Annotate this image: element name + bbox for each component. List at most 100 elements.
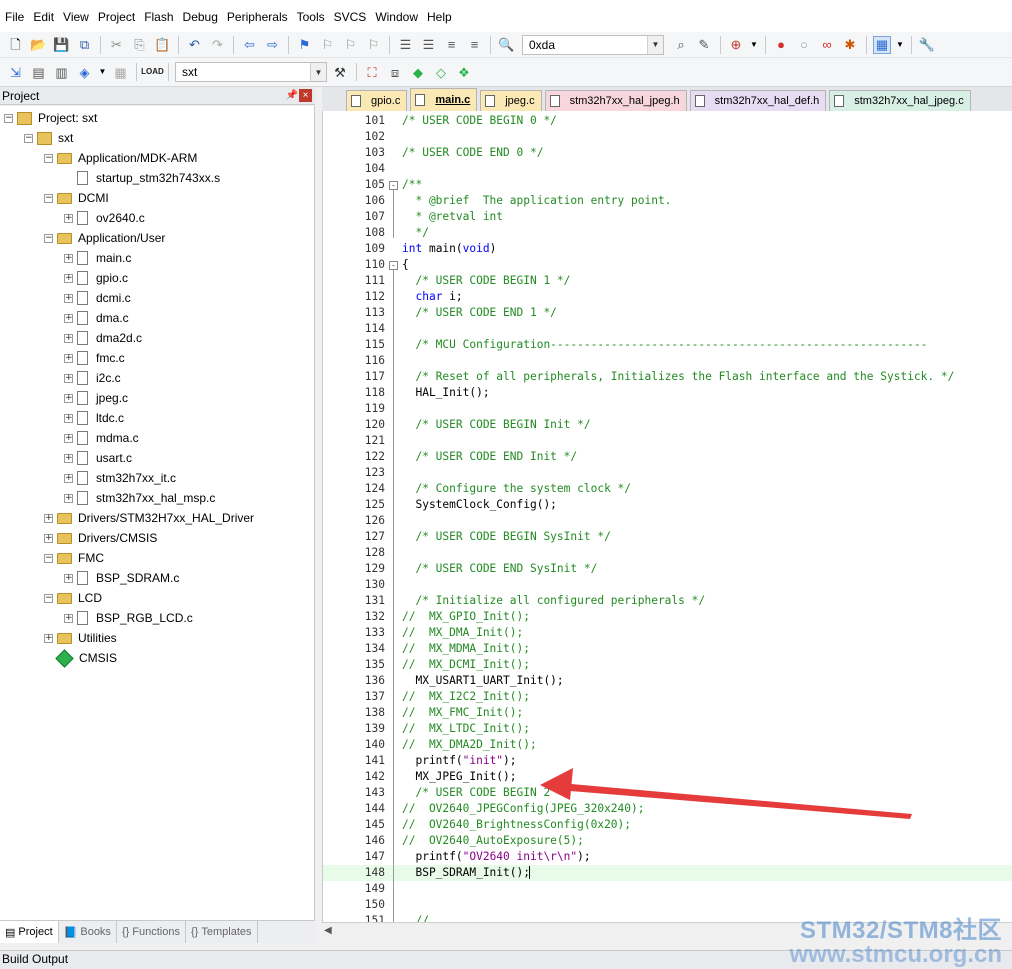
code-line[interactable]: 112 char i; [323, 289, 1012, 305]
menu-tools[interactable]: Tools [296, 0, 333, 32]
code-line[interactable]: 136 MX_USART1_UART_Init(); [323, 673, 1012, 689]
code-line[interactable]: 123 [323, 465, 1012, 481]
tree-group[interactable]: − DCMI [44, 188, 109, 208]
collapse-icon[interactable]: − [44, 193, 53, 203]
editor-tab[interactable]: stm32h7xx_hal_jpeg.h [544, 90, 687, 111]
code-line[interactable]: 131 /* Initialize all configured periphe… [323, 593, 1012, 609]
code-line[interactable]: 137 // MX_I2C2_Init(); [323, 689, 1012, 705]
code-line[interactable]: 122 /* USER CODE END Init */ [323, 449, 1012, 465]
tree-file[interactable]: + i2c.c [64, 368, 121, 388]
tree-file[interactable]: + BSP_RGB_LCD.c [64, 608, 193, 628]
tab-functions[interactable]: {} Functions [117, 921, 186, 943]
expand-icon[interactable]: + [64, 213, 73, 223]
tree-group[interactable]: + Drivers/CMSIS [44, 528, 157, 548]
expand-icon[interactable]: + [64, 313, 73, 323]
pin-icon[interactable]: 📌 [285, 90, 299, 101]
redo-icon[interactable]: ↷ [209, 36, 227, 54]
tree-file[interactable]: + stm32h7xx_it.c [64, 468, 176, 488]
tab-templates[interactable]: {} Templates [186, 921, 258, 943]
chevron-down-icon[interactable]: ▼ [750, 36, 758, 54]
tree-file[interactable]: + BSP_SDRAM.c [64, 568, 179, 588]
breakpoint-kill-all-icon[interactable]: ✱ [841, 36, 859, 54]
code-line[interactable]: 125 SystemClock_Config(); [323, 497, 1012, 513]
tree-file[interactable]: startup_stm32h743xx.s [64, 168, 220, 188]
bookmark-clear-icon[interactable]: ⚐ [365, 36, 383, 54]
tree-file[interactable]: + stm32h7xx_hal_msp.c [64, 488, 215, 508]
tree-file[interactable]: + dma.c [64, 308, 129, 328]
find-combo[interactable]: 0xda ▼ [522, 34, 664, 55]
code-line[interactable]: 151 // [323, 913, 1012, 922]
code-line[interactable]: 117 /* Reset of all peripherals, Initial… [323, 369, 1012, 385]
expand-icon[interactable]: + [64, 433, 73, 443]
nav-back-icon[interactable]: ⇦ [241, 36, 259, 54]
code-line[interactable]: 143 /* USER CODE BEGIN 2 */ [323, 785, 1012, 801]
tab-project[interactable]: ▤ Project [0, 921, 59, 943]
expand-icon[interactable]: + [44, 533, 53, 543]
paste-icon[interactable]: 📋 [154, 36, 172, 54]
editor-tab[interactable]: stm32h7xx_hal_jpeg.c [829, 90, 971, 111]
code-line[interactable]: 150 [323, 897, 1012, 913]
tree-group[interactable]: − Application/MDK-ARM [44, 148, 197, 168]
menu-flash[interactable]: Flash [143, 0, 181, 32]
code-line[interactable]: 116 [323, 353, 1012, 369]
code-line[interactable]: 102 [323, 129, 1012, 145]
code-line[interactable]: 106 * @brief The application entry point… [323, 193, 1012, 209]
nav-forward-icon[interactable]: ⇨ [264, 36, 282, 54]
target-options-icon[interactable]: ⚒ [331, 63, 349, 81]
incremental-find-icon[interactable]: ✎ [695, 36, 713, 54]
expand-icon[interactable]: + [64, 353, 73, 363]
code-line[interactable]: 115 /* MCU Configuration----------------… [323, 337, 1012, 353]
code-line[interactable]: 140 // MX_DMA2D_Init(); [323, 737, 1012, 753]
fold-toggle-icon[interactable]: - [389, 181, 398, 190]
expand-icon[interactable]: + [64, 413, 73, 423]
window-layout-icon[interactable]: ▦ [873, 35, 891, 54]
collapse-icon[interactable]: − [44, 153, 53, 163]
code-line[interactable]: 133 // MX_DMA_Init(); [323, 625, 1012, 641]
configure-icon[interactable]: 🔧 [918, 36, 936, 54]
tree-group[interactable]: + Drivers/STM32H7xx_HAL_Driver [44, 508, 254, 528]
code-line[interactable]: 127 /* USER CODE BEGIN SysInit */ [323, 529, 1012, 545]
tree-file[interactable]: + mdma.c [64, 428, 139, 448]
bookmark-prev-icon[interactable]: ⚐ [319, 36, 337, 54]
code-line[interactable]: 118 HAL_Init(); [323, 385, 1012, 401]
save-icon[interactable]: 💾 [53, 36, 71, 54]
collapse-icon[interactable]: − [24, 133, 33, 143]
scroll-left-icon[interactable]: ◀ [324, 925, 332, 936]
tree-group[interactable]: + Utilities [44, 628, 117, 648]
code-line[interactable]: 134 // MX_MDMA_Init(); [323, 641, 1012, 657]
code-line[interactable]: 148 BSP_SDRAM_Init(); [323, 865, 1012, 881]
target-select[interactable]: sxt ▼ [175, 62, 327, 82]
code-line[interactable]: 105-/** [323, 177, 1012, 193]
tree-cmsis[interactable]: CMSIS [55, 648, 117, 668]
copy-icon[interactable]: ⎘ [131, 36, 149, 54]
code-line[interactable]: 144 // OV2640_JPEGConfig(JPEG_320x240); [323, 801, 1012, 817]
select-packs-icon[interactable]: ◆ [409, 63, 427, 81]
code-line[interactable]: 104 [323, 161, 1012, 177]
code-line[interactable]: 109 int main(void) [323, 241, 1012, 257]
chevron-down-icon[interactable]: ▼ [647, 35, 663, 54]
expand-icon[interactable]: + [64, 393, 73, 403]
code-line[interactable]: 114 [323, 321, 1012, 337]
tree-file[interactable]: + ov2640.c [64, 208, 145, 228]
code-line[interactable]: 142 MX_JPEG_Init(); [323, 769, 1012, 785]
tree-file[interactable]: + dcmi.c [64, 288, 131, 308]
collapse-icon[interactable]: − [44, 593, 53, 603]
tree-file[interactable]: + main.c [64, 248, 131, 268]
expand-icon[interactable]: + [64, 293, 73, 303]
code-line[interactable]: 130 [323, 577, 1012, 593]
tree-group[interactable]: − Application/User [44, 228, 165, 248]
code-editor[interactable]: 101 /* USER CODE BEGIN 0 */ 102 103 /* USER … [322, 111, 1012, 922]
code-line[interactable]: 145 // OV2640_BrightnessConfig(0x20); [323, 817, 1012, 833]
expand-icon[interactable]: + [44, 633, 53, 643]
code-line[interactable]: 101 /* USER CODE BEGIN 0 */ [323, 113, 1012, 129]
stop-build-icon[interactable]: ▦ [112, 63, 130, 81]
expand-icon[interactable]: + [64, 373, 73, 383]
translate-icon[interactable]: ⇲ [7, 63, 25, 81]
build-icon[interactable]: ▤ [30, 63, 48, 81]
chevron-down-icon[interactable]: ▼ [99, 63, 107, 81]
expand-icon[interactable]: + [64, 473, 73, 483]
breakpoint-disable-all-icon[interactable]: ∞ [818, 36, 836, 54]
collapse-icon[interactable]: − [4, 113, 13, 123]
code-line[interactable]: 119 [323, 401, 1012, 417]
editor-tab[interactable]: stm32h7xx_hal_def.h [689, 90, 827, 111]
